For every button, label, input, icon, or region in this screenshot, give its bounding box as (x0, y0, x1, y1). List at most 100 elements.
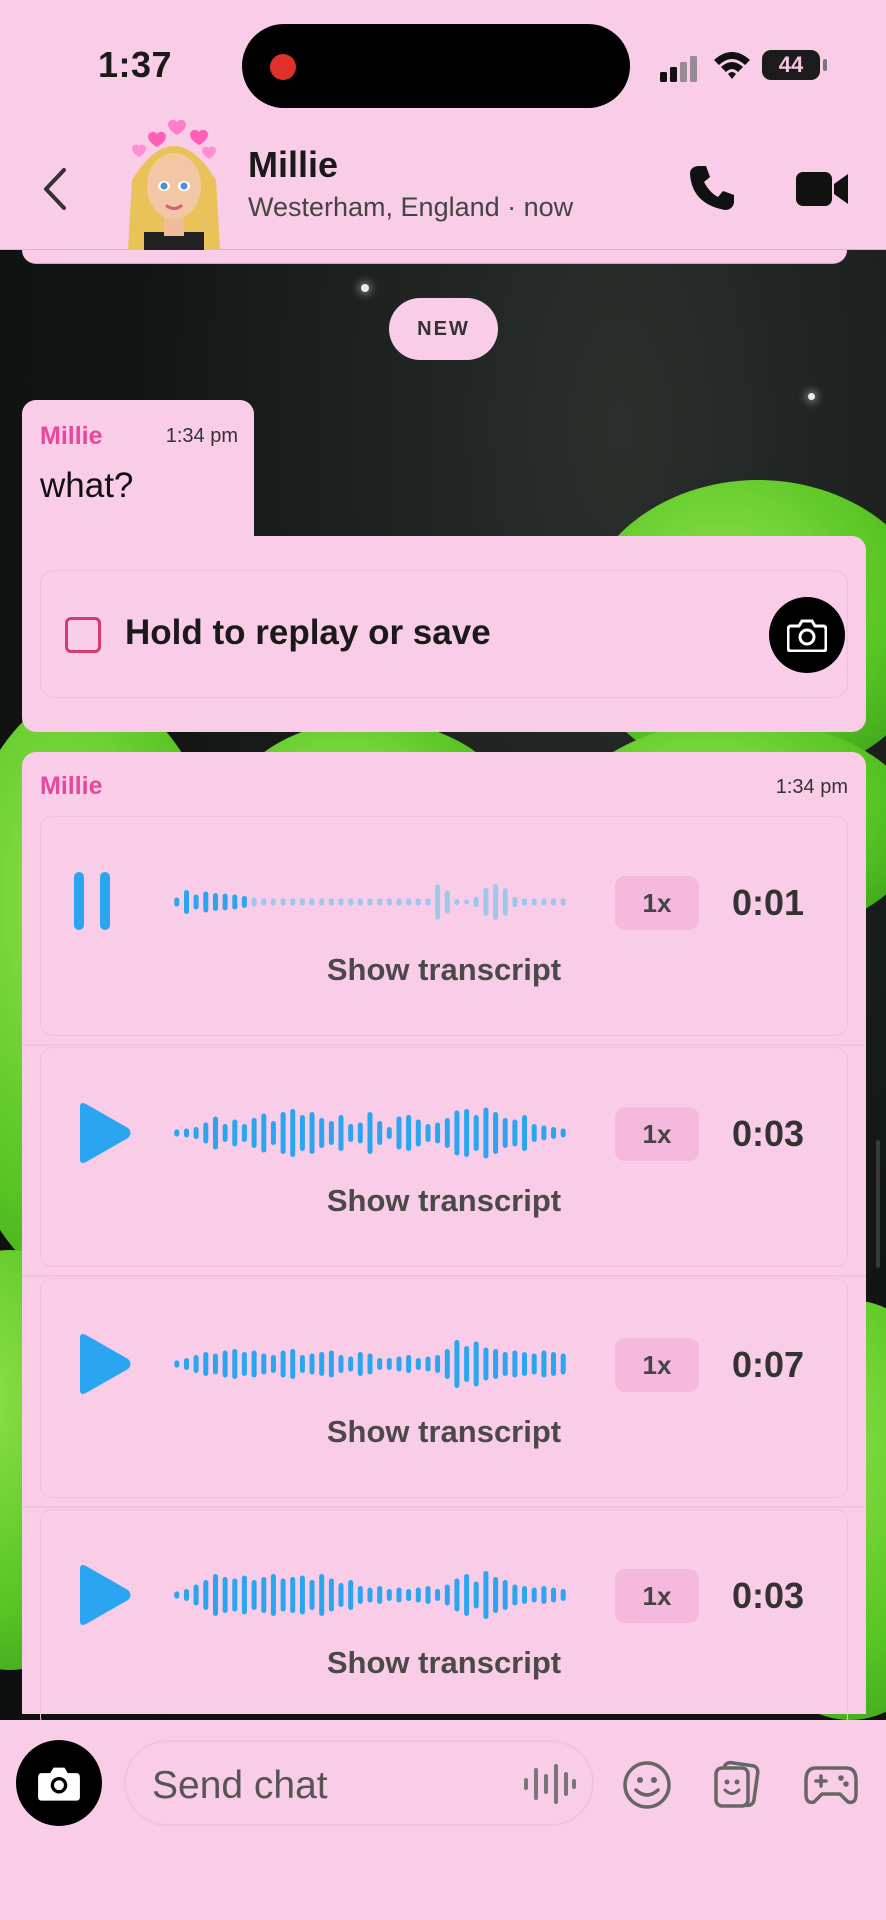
waveform-bar (261, 1113, 267, 1153)
play-icon[interactable] (70, 1332, 134, 1396)
waveform-bar (512, 1119, 518, 1147)
voice-duration: 0:03 (732, 1113, 805, 1154)
waveform-bar (174, 1129, 180, 1137)
waveform-bar (280, 1578, 286, 1612)
waveform-bar (213, 1574, 218, 1616)
waveform-bar (280, 898, 286, 906)
playback-speed-button[interactable]: 1x (615, 1338, 699, 1392)
waveform-bar (415, 898, 421, 906)
show-transcript-button[interactable]: Show transcript (22, 1183, 866, 1219)
waveform-bar (551, 1127, 556, 1139)
waveform-bar (464, 1346, 470, 1382)
waveform-bar (473, 1115, 479, 1151)
waveform-bar (415, 1358, 421, 1370)
waveform-bar (522, 1586, 527, 1604)
waveform-bar (232, 1119, 238, 1147)
voice-note[interactable]: 1x 0:03 Show transcript (22, 1047, 866, 1277)
playback-speed-button[interactable]: 1x (615, 1107, 699, 1161)
games-icon[interactable] (804, 1764, 858, 1806)
show-transcript-button[interactable]: Show transcript (22, 1414, 866, 1450)
back-chevron-icon[interactable] (40, 166, 68, 212)
waveform-bar (454, 899, 460, 906)
voice-note[interactable]: 1x 0:03 Show transcript (22, 1509, 866, 1739)
waveform-bar (261, 1577, 267, 1613)
waveform-bar (473, 1341, 479, 1387)
voice-note[interactable]: 1x 0:07 Show transcript (22, 1278, 866, 1508)
waveform-bar (551, 1587, 556, 1603)
waveform-bar (531, 898, 537, 906)
waveform-bar (184, 1589, 189, 1601)
waveform-bar (251, 1350, 257, 1378)
camera-button[interactable] (16, 1740, 102, 1826)
scrollbar[interactable] (876, 1140, 880, 1268)
waveform-bar (251, 1580, 257, 1610)
voice-record-icon[interactable] (522, 1764, 576, 1804)
waveform-bar (396, 898, 402, 906)
voice-waveform[interactable] (172, 1103, 568, 1163)
show-transcript-button[interactable]: Show transcript (22, 1645, 866, 1681)
waveform-bar (512, 1584, 518, 1606)
battery-tip (823, 59, 827, 71)
replay-label: Hold to replay or save (125, 613, 491, 652)
pause-icon[interactable] (70, 870, 114, 932)
voice-note[interactable]: 1x 0:01 Show transcript (22, 816, 866, 1046)
waveform-bar (551, 898, 556, 906)
play-icon[interactable] (70, 1563, 134, 1627)
waveform-bar (502, 888, 508, 916)
bottom-bar: Send chat (0, 1720, 886, 1920)
waveform-bar (406, 898, 412, 906)
waveform-bar (251, 1118, 257, 1148)
waveform-bar (377, 1586, 383, 1604)
playback-speed-button[interactable]: 1x (615, 1569, 699, 1623)
waveform-bar (338, 1355, 344, 1373)
waveform-bar (522, 898, 527, 906)
waveform-bar (213, 1353, 218, 1375)
waveform-bar (377, 898, 383, 906)
waveform-bar (396, 1356, 402, 1372)
message-timestamp: 1:34 pm (165, 425, 238, 447)
voice-waveform[interactable] (172, 1565, 568, 1625)
snap-square-icon (65, 617, 101, 653)
waveform-bar (280, 1112, 286, 1154)
waveform-bar (473, 896, 479, 908)
playback-speed-button[interactable]: 1x (615, 876, 699, 930)
waveform-bar (184, 1358, 189, 1370)
waveform-bar (184, 890, 189, 914)
snap-replay-card[interactable]: Hold to replay or save (22, 536, 866, 732)
avatar[interactable] (124, 120, 224, 250)
waveform-bar (483, 888, 489, 916)
waveform-bar (299, 1115, 305, 1151)
waveform-bar (357, 1122, 363, 1144)
waveform-bar (425, 1586, 431, 1604)
chat-message[interactable]: Millie 1:34 pm what? (22, 400, 254, 536)
contact-name[interactable]: Millie (248, 144, 338, 186)
sticker-icon[interactable] (712, 1760, 762, 1810)
voice-waveform[interactable] (172, 872, 568, 932)
snap-replay-row[interactable]: Hold to replay or save (40, 570, 848, 698)
phone-call-icon[interactable] (688, 164, 736, 212)
waveform-bar (415, 1587, 421, 1603)
battery-icon: 44 (762, 50, 820, 80)
waveform-bar (386, 1589, 392, 1601)
waveform-bar (512, 1350, 518, 1378)
video-call-icon[interactable] (796, 170, 848, 208)
waveform-bar (367, 1587, 373, 1603)
waveform-bar (309, 898, 315, 906)
waveform-bar (319, 1574, 325, 1616)
waveform-bar (193, 1355, 199, 1373)
waveform-bar (261, 898, 267, 906)
voice-waveform[interactable] (172, 1334, 568, 1394)
waveform-bar (367, 1353, 373, 1375)
camera-reply-button[interactable] (769, 597, 845, 673)
waveform-bar (425, 898, 431, 906)
show-transcript-button[interactable]: Show transcript (22, 952, 866, 988)
waveform-bar (454, 1340, 460, 1388)
play-icon[interactable] (70, 1101, 134, 1165)
waveform-bar (502, 1580, 508, 1610)
emoji-icon[interactable] (622, 1760, 672, 1810)
waveform-bar (193, 1127, 199, 1139)
waveform-bar (290, 1577, 296, 1613)
waveform-bar (348, 898, 354, 906)
waveform-bar (222, 1124, 228, 1142)
camera-icon (38, 1767, 80, 1801)
